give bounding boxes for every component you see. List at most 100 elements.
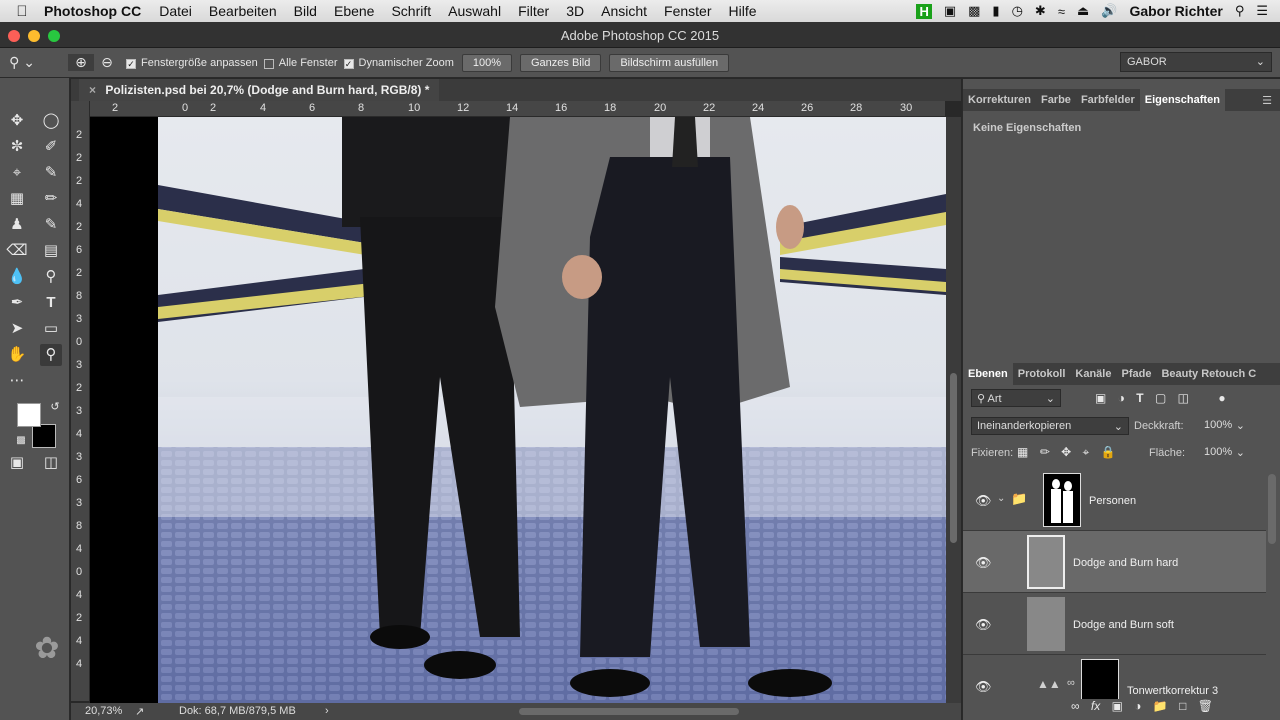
close-tab-icon[interactable]: × xyxy=(89,83,96,97)
foreground-color-swatch[interactable] xyxy=(17,403,41,427)
brush-tool-icon[interactable]: ✏ xyxy=(40,188,62,210)
layer-row-dodge-burn-hard[interactable]: 👁 Dodge and Burn hard xyxy=(963,531,1266,593)
layer-filter-select[interactable]: ⚲ Art ⌄ xyxy=(971,389,1061,407)
vertical-ruler[interactable]: 2 2 2 4 2 6 2 8 3 0 3 2 3 4 3 6 3 8 4 0 4 2 4 4 xyxy=(71,101,90,701)
wifi-icon[interactable]: ≈ xyxy=(1058,4,1065,19)
visibility-eye-icon[interactable]: 👁 xyxy=(975,679,992,695)
visibility-eye-icon[interactable]: 👁 xyxy=(975,493,992,509)
quick-selection-tool-icon[interactable]: ✐ xyxy=(40,136,62,158)
history-brush-tool-icon[interactable]: ✎ xyxy=(40,214,62,236)
whole-image-button[interactable]: Ganzes Bild xyxy=(520,53,602,72)
tab-eigenschaften[interactable]: Eigenschaften xyxy=(1139,89,1225,111)
clock-icon[interactable]: ◷ xyxy=(1012,3,1023,19)
quick-mask-icon[interactable]: ▣ xyxy=(6,452,28,474)
lock-artboard-icon[interactable]: ⌖ xyxy=(1083,445,1090,460)
layer-name[interactable]: Dodge and Burn hard xyxy=(1073,557,1178,569)
visibility-eye-icon[interactable]: 👁 xyxy=(975,617,992,633)
workspace-select[interactable]: GABOR ⌄ xyxy=(1120,52,1272,72)
visibility-eye-icon[interactable]: 👁 xyxy=(975,555,992,571)
layer-thumbnail[interactable] xyxy=(1027,535,1065,589)
menu-filter[interactable]: Filter xyxy=(518,3,549,19)
move-tool-icon[interactable]: ✥ xyxy=(6,110,28,132)
monitor-icon[interactable]: ▣ xyxy=(944,3,956,19)
menu-ansicht[interactable]: Ansicht xyxy=(601,3,647,19)
document-canvas[interactable] xyxy=(90,117,946,703)
lock-transparent-icon[interactable]: ▦ xyxy=(1017,445,1028,459)
tab-farbfelder[interactable]: Farbfelder xyxy=(1076,94,1140,106)
screen-mode-icon[interactable]: ◫ xyxy=(40,452,62,474)
status-doc-size[interactable]: Dok: 68,7 MB/879,5 MB xyxy=(179,705,296,717)
horizontal-ruler[interactable]: 2 0 2 4 6 8 10 12 14 16 18 20 22 24 26 28 30 xyxy=(90,101,945,117)
layer-name[interactable]: Personen xyxy=(1089,495,1136,507)
lock-position-icon[interactable]: ✥ xyxy=(1061,445,1071,459)
bluetooth-icon[interactable]: ✱ xyxy=(1035,3,1046,19)
fx-icon[interactable]: fx xyxy=(1091,699,1100,713)
new-group-icon[interactable]: 📁 xyxy=(1153,699,1168,713)
layer-name[interactable]: Tonwertkorrektur 3 xyxy=(1127,685,1218,697)
layer-mask-thumbnail[interactable] xyxy=(1081,659,1119,699)
levels-adjustment-icon[interactable]: ▲▲ xyxy=(1037,677,1061,691)
tab-protokoll[interactable]: Protokoll xyxy=(1013,368,1071,380)
default-colors-icon[interactable]: ▩ xyxy=(10,430,32,452)
notification-list-icon[interactable]: ☰ xyxy=(1256,3,1268,19)
layer-thumbnail[interactable] xyxy=(1027,597,1065,651)
zoom-in-icon[interactable]: ⊕ xyxy=(68,54,94,71)
background-color-swatch[interactable] xyxy=(32,424,56,448)
link-layers-icon[interactable]: ∞ xyxy=(1071,699,1080,713)
horizontal-scroll-thumb[interactable] xyxy=(519,708,739,715)
trash-icon[interactable]: 🗑 xyxy=(1198,699,1213,713)
lock-pixels-icon[interactable]: ✏ xyxy=(1040,445,1050,459)
more-tools-icon[interactable]: ⋯ xyxy=(6,370,28,392)
link-icon[interactable]: ∞ xyxy=(1067,677,1075,689)
tab-beauty-retouch[interactable]: Beauty Retouch C xyxy=(1156,368,1261,380)
status-menu-arrow-icon[interactable]: › xyxy=(325,705,329,717)
opacity-input[interactable]: 100% ⌄ xyxy=(1199,417,1247,435)
menu-bild[interactable]: Bild xyxy=(294,3,317,19)
dynamic-zoom-checkbox[interactable]: ✓ xyxy=(343,58,354,69)
menu-auswahl[interactable]: Auswahl xyxy=(448,3,501,19)
blend-mode-select[interactable]: Ineinanderkopieren ⌄ xyxy=(971,417,1129,435)
group-expand-chevron-icon[interactable]: ⌄ xyxy=(997,493,1005,504)
dodge-tool-icon[interactable]: ⚲ xyxy=(40,266,62,288)
eject-icon[interactable]: ⏏ xyxy=(1077,3,1089,19)
menu-ebene[interactable]: Ebene xyxy=(334,3,374,19)
status-zoom[interactable]: 20,73% xyxy=(85,705,122,717)
pen-tool-icon[interactable]: ✒ xyxy=(6,292,28,314)
all-windows-checkbox[interactable] xyxy=(263,58,274,69)
eraser-tool-icon[interactable]: ⌫ xyxy=(6,240,28,262)
app-menu[interactable]: Photoshop CC xyxy=(44,3,141,19)
new-layer-icon[interactable]: □ xyxy=(1179,699,1186,713)
lock-all-icon[interactable]: 🔒 xyxy=(1101,445,1116,459)
zoom-out-icon[interactable]: ⊖ xyxy=(94,54,120,71)
layer-row-personen[interactable]: 👁 ⌄ 📁 Personen xyxy=(963,469,1266,531)
tab-farbe[interactable]: Farbe xyxy=(1036,94,1076,106)
filter-toggle-icon[interactable]: ● xyxy=(1218,391,1225,405)
eyedropper-tool-icon[interactable]: ✎ xyxy=(40,162,62,184)
layer-row-tonwertkorrektur[interactable]: 👁 ▲▲ ∞ Tonwertkorrektur 3 xyxy=(963,655,1266,699)
menu-bearbeiten[interactable]: Bearbeiten xyxy=(209,3,277,19)
layer-name[interactable]: Dodge and Burn soft xyxy=(1073,619,1174,631)
fill-input[interactable]: 100% ⌄ xyxy=(1199,444,1247,462)
filter-adjustment-icon[interactable]: ◑ xyxy=(1118,391,1125,405)
canvas-vertical-scrollbar[interactable] xyxy=(946,117,961,703)
status-app-icon[interactable]: H xyxy=(916,3,932,19)
marquee-tool-icon[interactable]: ◯ xyxy=(40,110,62,132)
menu-datei[interactable]: Datei xyxy=(159,3,192,19)
filter-smartobject-icon[interactable]: ◫ xyxy=(1178,391,1189,405)
display-icon[interactable]: ▩ xyxy=(968,3,980,19)
user-name[interactable]: Gabor Richter xyxy=(1129,3,1222,19)
healing-brush-tool-icon[interactable]: ▦ xyxy=(6,188,28,210)
menu-fenster[interactable]: Fenster xyxy=(664,3,711,19)
menu-hilfe[interactable]: Hilfe xyxy=(729,3,757,19)
path-selection-tool-icon[interactable]: ➤ xyxy=(6,318,28,340)
spotlight-search-icon[interactable]: ⚲ xyxy=(1235,3,1245,19)
tab-pfade[interactable]: Pfade xyxy=(1116,368,1156,380)
menu-schrift[interactable]: Schrift xyxy=(391,3,431,19)
tab-ebenen[interactable]: Ebenen xyxy=(963,363,1013,385)
apple-icon[interactable]:  xyxy=(0,3,44,20)
volume-icon[interactable]: 🔊 xyxy=(1101,3,1117,19)
rectangle-tool-icon[interactable]: ▭ xyxy=(40,318,62,340)
tab-korrekturen[interactable]: Korrekturen xyxy=(963,94,1036,106)
filter-pixel-icon[interactable]: ▣ xyxy=(1095,391,1106,405)
crop-tool-icon[interactable]: ⌖ xyxy=(6,162,28,184)
